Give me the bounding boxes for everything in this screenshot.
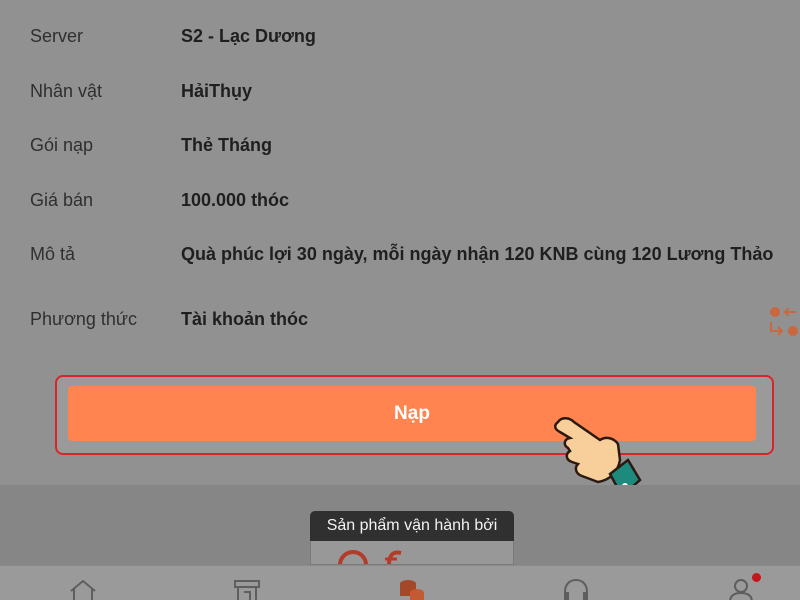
submit-button[interactable]: Nạp bbox=[68, 386, 756, 441]
coins-icon[interactable] bbox=[396, 578, 426, 600]
home-icon[interactable] bbox=[68, 578, 98, 600]
detail-row-price: Giá bán 100.000 thóc bbox=[30, 190, 780, 211]
swap-method-icon[interactable] bbox=[766, 302, 800, 342]
detail-row-character: Nhân vật HảiThụy bbox=[30, 81, 780, 102]
powered-by-label: Sản phẩm vận hành bởi bbox=[310, 511, 514, 541]
detail-label: Phương thức bbox=[30, 309, 137, 329]
detail-value: Tài khoản thóc bbox=[181, 309, 309, 329]
detail-row-method: Phương thức Tài khoản thóc bbox=[30, 309, 780, 330]
detail-row-description: Mô tả Quà phúc lợi 30 ngày, mỗi ngày nhậ… bbox=[30, 244, 780, 265]
headset-icon[interactable] bbox=[561, 578, 591, 600]
detail-label: Gói nạp bbox=[30, 135, 94, 155]
publisher-logo bbox=[310, 541, 514, 565]
detail-label: Server bbox=[30, 26, 84, 46]
notification-badge bbox=[752, 573, 761, 582]
detail-value: HảiThụy bbox=[181, 81, 253, 101]
detail-value: Quà phúc lợi 30 ngày, mỗi ngày nhận 120 … bbox=[181, 244, 774, 264]
detail-row-server: Server S2 - Lạc Dương bbox=[30, 26, 780, 47]
detail-label: Nhân vật bbox=[30, 81, 103, 101]
detail-value: S2 - Lạc Dương bbox=[181, 26, 316, 46]
detail-value: 100.000 thóc bbox=[181, 190, 290, 210]
user-icon[interactable] bbox=[726, 578, 756, 600]
store-icon[interactable] bbox=[232, 578, 262, 600]
detail-label: Giá bán bbox=[30, 190, 94, 210]
detail-value: Thẻ Tháng bbox=[181, 135, 272, 155]
detail-row-package: Gói nạp Thẻ Tháng bbox=[30, 135, 780, 156]
detail-label: Mô tả bbox=[30, 244, 76, 264]
